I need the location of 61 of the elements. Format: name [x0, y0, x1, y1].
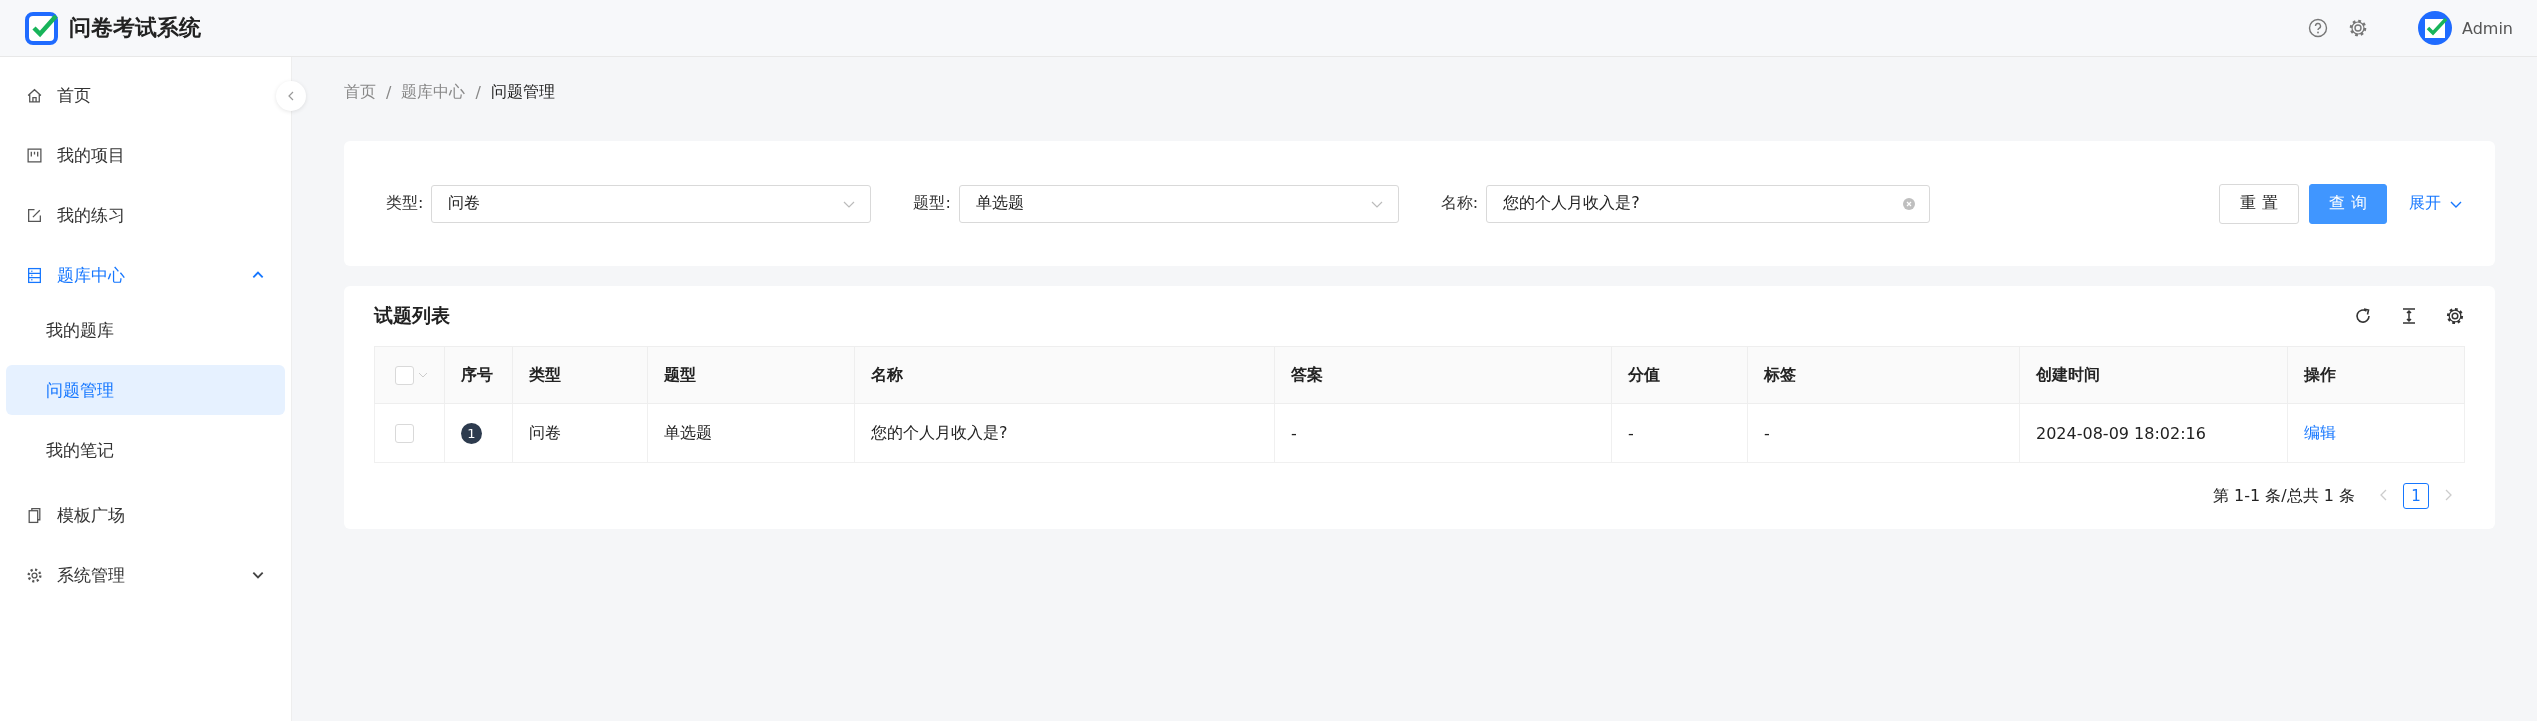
list-icon [26, 266, 43, 284]
nav-item[interactable]: 我的项目 [0, 125, 269, 185]
input-field[interactable]: 您的个人月收入是? [1486, 184, 1931, 223]
table-cell: - [1274, 403, 1612, 463]
select-field[interactable]: 单选题 [958, 184, 1399, 223]
edit-icon [26, 206, 43, 224]
column-header: 题型 [647, 346, 855, 404]
nav-subitem[interactable]: 问题管理 [6, 365, 285, 415]
chevron-right-icon [2443, 488, 2453, 501]
filter-label: 名称: [1440, 193, 1479, 214]
dropdown-icon[interactable] [418, 370, 428, 380]
refresh-icon[interactable] [2353, 306, 2373, 326]
avatar-icon[interactable] [2418, 11, 2452, 45]
table-cell: - [1747, 403, 2020, 463]
home-icon [26, 86, 43, 104]
breadcrumb-separator: / [475, 82, 481, 102]
table-cell: 2024-08-09 18:02:16 [2019, 403, 2288, 463]
nav-item[interactable]: 系统管理 [0, 545, 269, 605]
column-header: 答案 [1274, 346, 1612, 404]
collapse-button[interactable] [276, 81, 306, 111]
edit-link[interactable]: 编辑 [2304, 422, 2336, 442]
filter-label: 类型: [386, 193, 424, 214]
select-all-checkbox[interactable] [395, 365, 414, 385]
table-cell: - [1611, 403, 1748, 463]
nav-item[interactable]: 模板广场 [0, 485, 269, 545]
nav-item[interactable]: 首页 [0, 65, 269, 125]
user-name[interactable]: Admin [2462, 18, 2513, 38]
nav-subitem[interactable]: 我的题库 [6, 305, 285, 355]
chevron-left-icon [2379, 488, 2389, 501]
breadcrumb-separator: / [386, 82, 392, 102]
board-icon [26, 146, 43, 164]
breadcrumb-item: 问题管理 [490, 81, 555, 103]
select-field[interactable]: 问卷 [431, 184, 872, 223]
table-cell: 您的个人月收入是? [854, 403, 1275, 463]
column-header: 分值 [1611, 346, 1748, 404]
pagination-summary: 第 1-1 条/总共 1 条 [2212, 485, 2355, 507]
table-title: 试题列表 [374, 303, 450, 328]
column-header: 序号 [444, 346, 513, 404]
table-cell: 问卷 [512, 403, 648, 463]
copy-icon [26, 506, 43, 524]
help-icon[interactable] [2308, 18, 2328, 38]
index-badge: 1 [461, 422, 482, 444]
table-cell: 单选题 [647, 403, 855, 463]
chevron-left-icon [286, 91, 296, 101]
page-button[interactable]: 1 [2403, 483, 2429, 509]
settings-icon[interactable] [2445, 306, 2465, 326]
logo-icon [25, 11, 59, 45]
clear-icon[interactable] [1903, 197, 1916, 210]
column-header: 类型 [512, 346, 648, 404]
column-header: 名称 [854, 346, 1275, 404]
column-header: 标签 [1747, 346, 2020, 404]
nav-subitem[interactable]: 我的笔记 [6, 425, 285, 475]
app-title: 问卷考试系统 [69, 14, 201, 42]
column-header: 操作 [2287, 346, 2465, 404]
column-header: 创建时间 [2019, 346, 2288, 404]
nav-item[interactable]: 我的练习 [0, 185, 269, 245]
expand-link[interactable]: 展开 [2403, 192, 2469, 215]
nav-item[interactable]: 题库中心 [0, 245, 269, 305]
reset-button[interactable]: 重 置 [2219, 183, 2299, 224]
filter-label: 题型: [913, 193, 951, 214]
row-checkbox[interactable] [395, 424, 414, 443]
